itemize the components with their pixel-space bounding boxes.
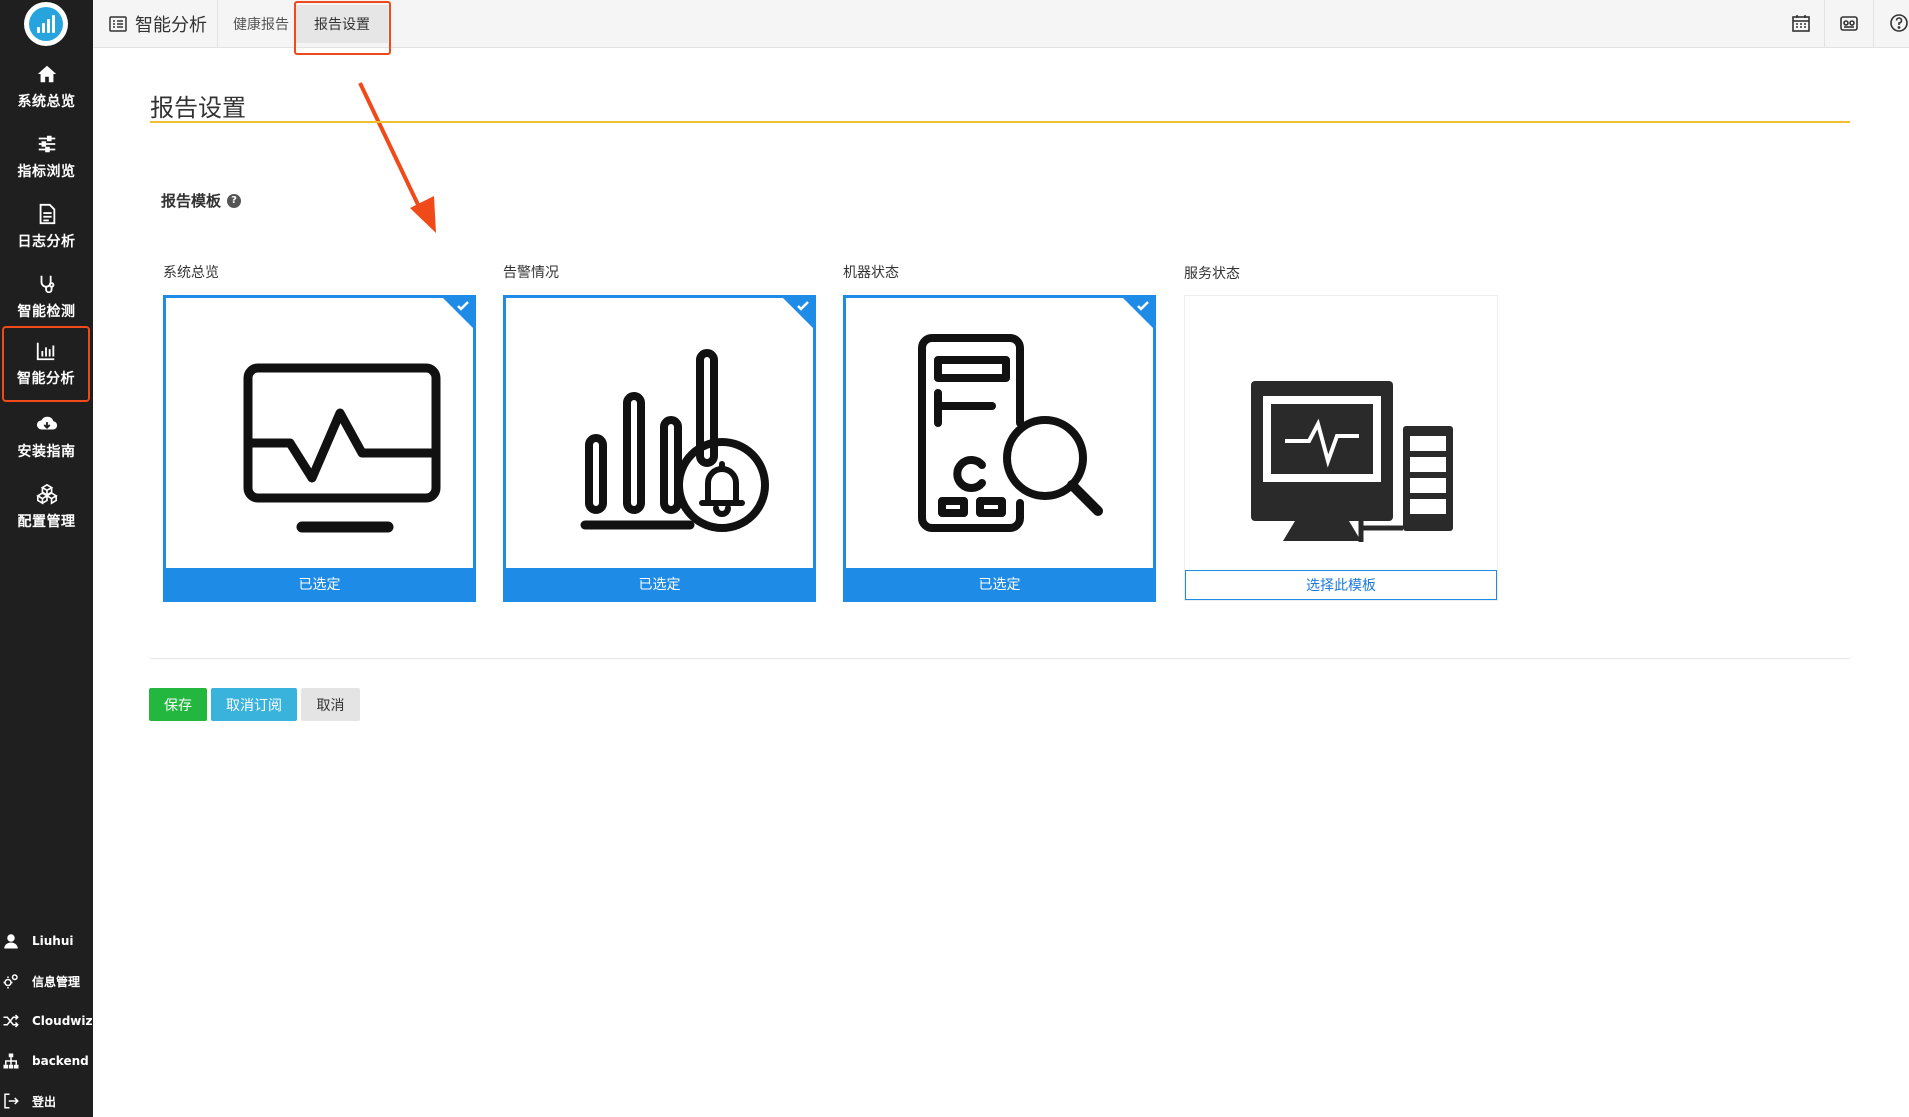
- template-card-machine-status[interactable]: 已选定: [843, 295, 1156, 602]
- template-card-alerts[interactable]: 已选定: [503, 295, 816, 602]
- bar-chart-bell-icon: [580, 349, 769, 532]
- tab-separator: [217, 0, 218, 48]
- sidebar-item-detection[interactable]: 智能检测: [0, 262, 93, 332]
- sidebar-item-analysis[interactable]: 智能分析: [2, 326, 90, 402]
- card-image: [846, 298, 1153, 568]
- card-image: [1185, 296, 1497, 566]
- module-title-text: 智能分析: [135, 15, 207, 36]
- calendar-icon[interactable]: [1790, 12, 1812, 34]
- template-label: 告警情况: [503, 265, 559, 281]
- sidebar-user-label: Liuhui: [32, 934, 74, 948]
- logo-chart-icon: [29, 7, 63, 41]
- sliders-icon: [38, 135, 55, 153]
- tab-highlight-annotation: [294, 1, 391, 55]
- sidebar-info-label: 信息管理: [32, 974, 81, 989]
- form-divider: [150, 658, 1850, 659]
- card-image: [506, 298, 813, 568]
- monitor-server-icon: [1251, 381, 1453, 542]
- card-image: [166, 298, 473, 568]
- topbar-divider: [1873, 0, 1874, 48]
- sidebar-item-config[interactable]: 配置管理: [0, 472, 93, 542]
- sidebar: 系统总览 指标浏览 日志分析 智能检测 智能分析 安装指南 配置管理 Liuhu…: [0, 0, 93, 1117]
- cubes-icon: [35, 483, 58, 505]
- sidebar-info-management[interactable]: 信息管理: [0, 966, 93, 996]
- sidebar-item-label: 指标浏览: [17, 164, 76, 180]
- template-label: 服务状态: [1184, 266, 1240, 282]
- sidebar-item-install-guide[interactable]: 安装指南: [0, 402, 93, 472]
- template-card-service-status[interactable]: 选择此模板: [1184, 295, 1498, 601]
- shuffle-icon: [3, 1014, 19, 1028]
- sidebar-item-label: 智能检测: [17, 304, 76, 320]
- sign-out-icon: [4, 1093, 19, 1109]
- topbar-divider: [1824, 0, 1825, 48]
- user-icon: [4, 934, 18, 949]
- module-title: 智能分析: [109, 0, 207, 48]
- bar-chart-icon: [36, 342, 55, 361]
- gears-icon: [3, 974, 18, 989]
- server-search-icon: [917, 334, 1103, 532]
- save-button[interactable]: 保存: [149, 688, 207, 721]
- template-label: 机器状态: [843, 265, 899, 281]
- section-label-text: 报告模板: [161, 192, 222, 210]
- check-icon: [457, 301, 469, 311]
- cancel-button[interactable]: 取消: [301, 688, 360, 721]
- document-icon: [39, 203, 55, 225]
- sidebar-item-label: 系统总览: [17, 94, 76, 110]
- sidebar-cloudwiz-label: Cloudwiz: [32, 1014, 93, 1028]
- help-icon[interactable]: [1888, 12, 1909, 34]
- card-select-button[interactable]: 已选定: [846, 568, 1153, 599]
- sidebar-item-label: 日志分析: [17, 234, 76, 250]
- card-select-button[interactable]: 已选定: [166, 568, 473, 599]
- monitor-heartbeat-icon: [243, 363, 440, 533]
- annotation-arrow: [358, 82, 436, 233]
- sidebar-backend-label: backend: [32, 1054, 89, 1068]
- sidebar-item-label: 配置管理: [17, 514, 76, 530]
- app-logo[interactable]: [24, 2, 68, 46]
- sidebar-item-overview[interactable]: 系统总览: [0, 52, 93, 122]
- sidebar-item-metrics[interactable]: 指标浏览: [0, 122, 93, 192]
- title-underline: [150, 121, 1850, 123]
- sidebar-item-logs[interactable]: 日志分析: [0, 192, 93, 262]
- sidebar-logout-label: 登出: [32, 1094, 57, 1109]
- cloud-download-icon: [36, 416, 57, 430]
- card-select-button[interactable]: 选择此模板: [1185, 570, 1497, 600]
- dashboard-icon[interactable]: [1838, 12, 1860, 34]
- tab-health-report[interactable]: 健康报告: [233, 0, 289, 48]
- list-alt-icon: [109, 16, 127, 32]
- page-title: 报告设置: [150, 94, 246, 122]
- template-card-system-overview[interactable]: 已选定: [163, 295, 476, 602]
- question-circle-icon[interactable]: ?: [227, 193, 242, 208]
- sidebar-item-label: 智能分析: [17, 371, 75, 387]
- sidebar-item-label: 安装指南: [17, 444, 76, 460]
- card-select-button[interactable]: 已选定: [506, 568, 813, 599]
- section-label: 报告模板 ?: [161, 190, 242, 211]
- unsubscribe-button[interactable]: 取消订阅: [211, 688, 297, 721]
- sitemap-icon: [3, 1053, 19, 1069]
- stethoscope-icon: [40, 275, 54, 294]
- sidebar-backend[interactable]: backend: [0, 1046, 93, 1076]
- sidebar-logout[interactable]: 登出: [0, 1086, 93, 1116]
- home-icon: [37, 65, 56, 83]
- sidebar-user[interactable]: Liuhui: [0, 926, 93, 956]
- template-label: 系统总览: [163, 265, 219, 281]
- check-icon: [1137, 301, 1149, 311]
- check-icon: [797, 301, 809, 311]
- sidebar-cloudwiz[interactable]: Cloudwiz: [0, 1006, 93, 1036]
